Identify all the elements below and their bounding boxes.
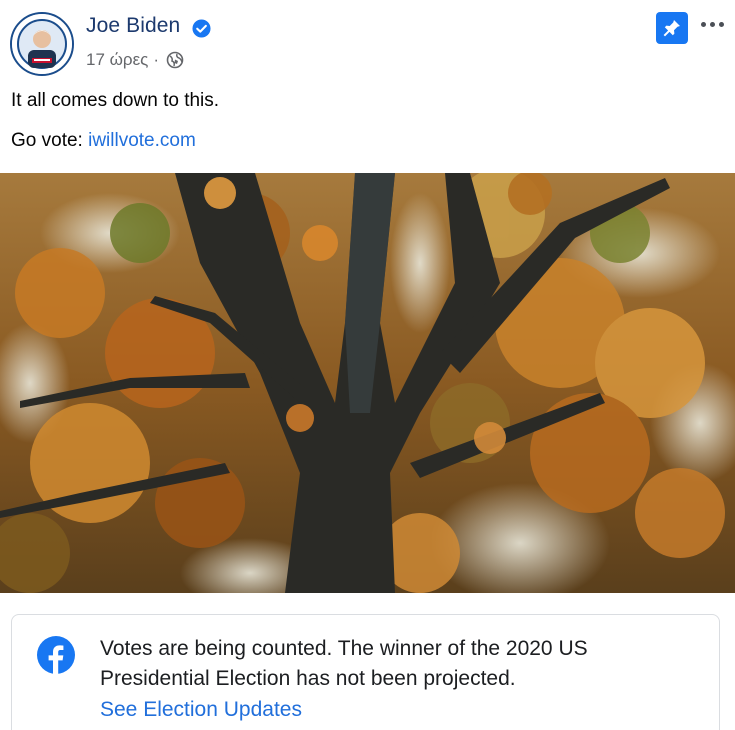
post-link[interactable]: iwillvote.com: [88, 130, 196, 151]
see-election-updates-link[interactable]: See Election Updates: [100, 698, 302, 722]
post-text-line-2: Go vote: iwillvote.com: [11, 130, 196, 152]
meta-separator: ·: [153, 50, 160, 69]
election-message: Votes are being counted. The winner of t…: [100, 637, 588, 690]
election-info-card: Votes are being counted. The winner of t…: [11, 614, 720, 730]
post-header: Joe Biden 17 ώρες ·: [0, 0, 735, 80]
facebook-logo-icon: [37, 636, 75, 674]
post-text-line-1: It all comes down to this.: [11, 90, 220, 111]
more-options-icon[interactable]: [697, 14, 727, 34]
verified-badge-icon: [192, 19, 211, 38]
post-meta: 17 ώρες ·: [86, 50, 184, 70]
post-timestamp[interactable]: 17 ώρες: [86, 50, 148, 70]
post-text-prefix: Go vote:: [11, 130, 89, 151]
video-player[interactable]: [0, 173, 735, 593]
video-frame-autumn-tree: [0, 173, 735, 593]
author-name[interactable]: Joe Biden: [86, 14, 180, 38]
avatar-image: [12, 14, 72, 74]
globe-icon[interactable]: [166, 51, 184, 69]
pin-icon[interactable]: [656, 12, 688, 44]
avatar[interactable]: [10, 12, 74, 76]
